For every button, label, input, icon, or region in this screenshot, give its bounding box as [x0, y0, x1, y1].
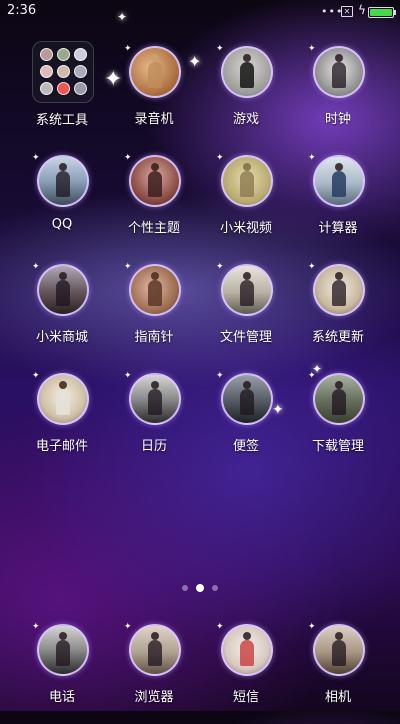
folder-label: 系统工具 — [35, 113, 88, 128]
app-icon — [313, 155, 365, 207]
app-icon — [313, 624, 365, 676]
app-clock[interactable]: ✦ 时钟 — [292, 44, 384, 146]
app-mi-video[interactable]: ✦ 小米视频 — [200, 153, 292, 255]
app-label: 小米视频 — [219, 221, 272, 236]
app-calculator[interactable]: ✦ 计算器 — [292, 153, 384, 255]
dock-app-messages[interactable]: ✦ 短信 — [200, 622, 292, 724]
app-label: 时钟 — [324, 112, 351, 127]
app-icon — [129, 373, 181, 425]
dock-app-phone[interactable]: ✦ 电话 — [16, 622, 108, 724]
app-compass[interactable]: ✦ 指南针 — [108, 262, 200, 364]
sparkle-icon: ✦ — [117, 10, 128, 24]
app-label: 短信 — [232, 690, 259, 705]
app-label: 系统更新 — [311, 330, 364, 345]
dock-app-browser[interactable]: ✦ 浏览器 — [108, 622, 200, 724]
app-icon — [129, 624, 181, 676]
app-icon — [221, 46, 273, 98]
app-icon — [37, 624, 89, 676]
app-label: 录音机 — [134, 112, 174, 127]
app-icon — [313, 373, 365, 425]
page-dot[interactable] — [182, 585, 188, 591]
app-label: 指南针 — [134, 330, 174, 345]
app-icon — [37, 373, 89, 425]
app-icon — [37, 155, 89, 207]
app-icon — [313, 46, 365, 98]
app-themes[interactable]: ✦ 个性主题 — [108, 153, 200, 255]
page-dot-current[interactable] — [196, 584, 204, 592]
app-icon — [129, 264, 181, 316]
app-label: 文件管理 — [219, 330, 272, 345]
app-label: 下载管理 — [311, 439, 364, 454]
app-downloads[interactable]: ✦ 下载管理 — [292, 371, 384, 473]
battery-icon — [368, 7, 396, 18]
app-icon — [221, 624, 273, 676]
no-sim-icon: ✕ — [341, 6, 353, 17]
app-icon — [221, 155, 273, 207]
app-icon — [37, 264, 89, 316]
app-label: 游戏 — [232, 112, 259, 127]
app-icon — [221, 373, 273, 425]
app-icon — [129, 155, 181, 207]
app-file-manager[interactable]: ✦ 文件管理 — [200, 262, 292, 364]
app-recorder[interactable]: ✦ 录音机 — [108, 44, 200, 146]
app-label: QQ — [51, 217, 73, 232]
app-icon — [313, 264, 365, 316]
app-games[interactable]: ✦ 游戏 — [200, 44, 292, 146]
app-label: 日历 — [140, 439, 167, 454]
page-dot[interactable] — [212, 585, 218, 591]
app-label: 计算器 — [318, 221, 358, 236]
dock-app-camera[interactable]: ✦ 相机 — [292, 622, 384, 724]
app-icon — [221, 264, 273, 316]
app-label: 个性主题 — [127, 221, 180, 236]
app-icon — [129, 46, 181, 98]
app-system-update[interactable]: ✦ 系统更新 — [292, 262, 384, 364]
app-label: 电子邮件 — [35, 439, 88, 454]
app-mi-store[interactable]: ✦ 小米商城 — [16, 262, 108, 364]
charging-icon: ϟ — [358, 3, 366, 17]
page-indicator[interactable] — [0, 584, 400, 595]
app-label: 相机 — [324, 690, 351, 705]
folder-icon[interactable] — [32, 41, 94, 103]
app-label: 浏览器 — [134, 690, 174, 705]
app-label: 小米商城 — [35, 330, 88, 345]
app-calendar[interactable]: ✦ 日历 — [108, 371, 200, 473]
app-label: 电话 — [48, 690, 75, 705]
app-label: 便签 — [232, 439, 259, 454]
app-notes[interactable]: ✦ 便签 — [200, 371, 292, 473]
app-email[interactable]: ✦ 电子邮件 — [16, 371, 108, 473]
app-qq[interactable]: ✦ QQ — [16, 153, 108, 255]
